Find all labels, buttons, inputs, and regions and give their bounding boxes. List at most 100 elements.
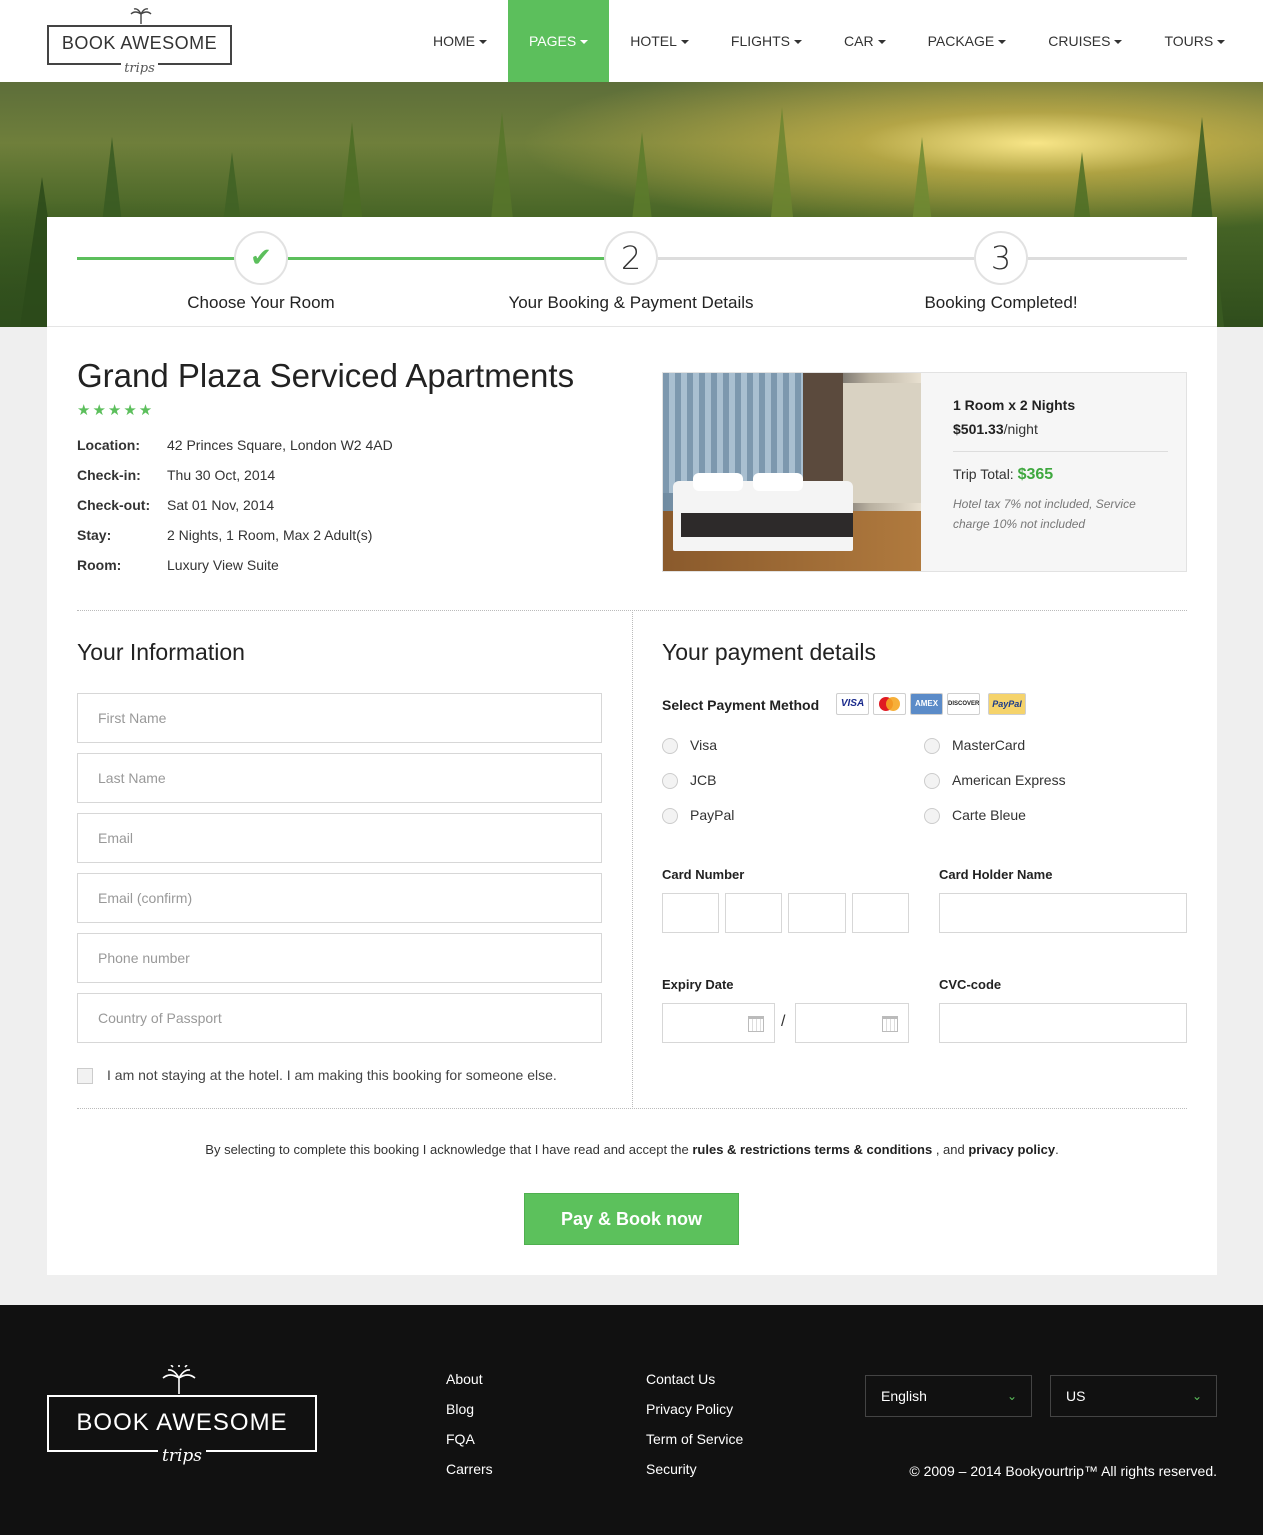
footer-logo[interactable]: BOOK AWESOME trips — [47, 1364, 317, 1466]
palm-icon — [129, 7, 153, 25]
detail-key: Stay: — [77, 527, 112, 543]
region-select[interactable]: US ⌄ — [1050, 1375, 1217, 1417]
footer-link-terms[interactable]: Term of Service — [646, 1431, 743, 1447]
nav-label: CAR — [844, 33, 874, 49]
hotel-name: Grand Plaza Serviced Apartments — [77, 357, 575, 394]
privacy-policy-link[interactable]: privacy policy — [968, 1142, 1055, 1157]
checkbox[interactable] — [77, 1068, 93, 1085]
card-number-field-2[interactable] — [725, 893, 782, 933]
terms-text: . — [1055, 1142, 1059, 1157]
detail-check-in: Check-in: Thu 30 Oct, 2014 — [77, 467, 275, 483]
your-information-title: Your Information — [77, 639, 245, 665]
chevron-down-icon: ⌄ — [1006, 1389, 1017, 1403]
calendar-icon[interactable] — [748, 1016, 764, 1032]
footer-link-privacy[interactable]: Privacy Policy — [646, 1401, 733, 1417]
step-3-number: 3 — [974, 231, 1028, 285]
detail-value: Luxury View Suite — [167, 557, 279, 573]
expiry-month-input[interactable] — [662, 1003, 775, 1043]
nav-tours[interactable]: TOURS — [1143, 0, 1246, 82]
terms-text: By selecting to complete this booking I … — [205, 1142, 693, 1157]
card-number-label: Card Number — [662, 867, 745, 882]
nav-car[interactable]: CAR — [823, 0, 907, 82]
method-label: American Express — [952, 772, 1066, 788]
language-select[interactable]: English ⌄ — [865, 1375, 1032, 1417]
phone-input[interactable] — [77, 933, 602, 983]
detail-key: Check-in: — [77, 467, 141, 483]
nav-hotel[interactable]: HOTEL — [609, 0, 710, 82]
divider — [77, 1108, 1187, 1109]
total-label: Trip Total: — [953, 466, 1014, 482]
nav-cruises[interactable]: CRUISES — [1027, 0, 1143, 82]
footer-link-fqa[interactable]: FQA — [446, 1431, 475, 1447]
expiry-year-input[interactable] — [795, 1003, 909, 1043]
method-carte-bleue[interactable]: Carte Bleue — [924, 807, 1026, 825]
last-name-input[interactable] — [77, 753, 602, 803]
radio-button[interactable] — [924, 773, 940, 790]
caret-down-icon — [580, 40, 589, 45]
email-confirm-input[interactable] — [77, 873, 602, 923]
radio-button[interactable] — [662, 808, 678, 825]
step-progress-line — [77, 257, 607, 260]
star-rating: ★★★★★ — [77, 402, 155, 419]
logo-sub: trips — [121, 61, 158, 76]
detail-room: Room: Luxury View Suite — [77, 557, 279, 573]
rules-terms-link[interactable]: rules & restrictions terms & conditions — [692, 1142, 932, 1157]
booking-for-someone-else[interactable]: I am not staying at the hotel. I am maki… — [77, 1067, 557, 1085]
caret-down-icon — [479, 40, 487, 45]
detail-key: Location: — [77, 437, 140, 453]
chevron-down-icon: ⌄ — [1191, 1389, 1202, 1403]
tax-note: Hotel tax 7% not included, Service charg… — [953, 497, 1136, 531]
method-visa[interactable]: Visa — [662, 737, 717, 755]
room-photo — [663, 373, 921, 571]
detail-value: 2 Nights, 1 Room, Max 2 Adult(s) — [167, 527, 373, 543]
footer: BOOK AWESOME trips About Blog FQA Carrer… — [0, 1305, 1263, 1535]
nav-label: TOURS — [1164, 33, 1214, 49]
detail-value: Thu 30 Oct, 2014 — [167, 467, 276, 483]
booking-summary: 1 Room x 2 Nights $501.33/night Trip Tot… — [662, 372, 1187, 572]
method-american-express[interactable]: American Express — [924, 772, 1066, 790]
card-holder-name-input[interactable] — [939, 893, 1187, 933]
main-nav: HOME PAGES HOTEL FLIGHTS CAR PACKAGE CRU… — [412, 0, 1246, 82]
footer-link-security[interactable]: Security — [646, 1461, 697, 1477]
pay-and-book-button[interactable]: Pay & Book now — [524, 1193, 739, 1245]
calendar-icon[interactable] — [882, 1016, 898, 1032]
country-of-passport-input[interactable] — [77, 993, 602, 1043]
terms-acknowledgement: By selecting to complete this booking I … — [47, 1142, 1217, 1157]
trip-total: Trip Total: $365 — [953, 466, 1168, 484]
radio-button[interactable] — [924, 808, 940, 825]
cvc-code-input[interactable] — [939, 1003, 1187, 1043]
summary-price: $501.33/night — [953, 421, 1168, 437]
detail-stay: Stay: 2 Nights, 1 Room, Max 2 Adult(s) — [77, 527, 372, 543]
nav-label: PAGES — [529, 33, 577, 49]
logo[interactable]: BOOK AWESOME trips — [47, 7, 232, 76]
radio-button[interactable] — [924, 738, 940, 755]
logo-brand: BOOK AWESOME — [61, 33, 218, 53]
expiry-date-label: Expiry Date — [662, 977, 734, 992]
nav-home[interactable]: HOME — [412, 0, 508, 82]
divider — [77, 610, 1187, 611]
nav-pages[interactable]: PAGES — [508, 0, 610, 82]
method-mastercard[interactable]: MasterCard — [924, 737, 1025, 755]
nav-flights[interactable]: FLIGHTS — [710, 0, 823, 82]
radio-button[interactable] — [662, 738, 678, 755]
email-input[interactable] — [77, 813, 602, 863]
footer-link-blog[interactable]: Blog — [446, 1401, 474, 1417]
nav-label: HOME — [433, 33, 475, 49]
method-jcb[interactable]: JCB — [662, 772, 716, 790]
step-1-check-icon: ✔ — [234, 231, 288, 285]
card-number-field-3[interactable] — [788, 893, 846, 933]
divider-vertical — [632, 612, 633, 1107]
checkbox-label: I am not staying at the hotel. I am maki… — [107, 1067, 557, 1083]
footer-link-about[interactable]: About — [446, 1371, 483, 1387]
method-paypal[interactable]: PayPal — [662, 807, 734, 825]
booking-steps: ✔ 2 3 Choose Your Room Your Booking & Pa… — [47, 217, 1217, 327]
radio-button[interactable] — [662, 773, 678, 790]
card-number-field-4[interactable] — [852, 893, 909, 933]
step-remaining-line — [607, 257, 1187, 260]
card-number-field-1[interactable] — [662, 893, 719, 933]
footer-link-carrers[interactable]: Carrers — [446, 1461, 493, 1477]
nav-package[interactable]: PACKAGE — [907, 0, 1028, 82]
footer-logo-sub: trips — [157, 1446, 206, 1466]
first-name-input[interactable] — [77, 693, 602, 743]
footer-link-contact[interactable]: Contact Us — [646, 1371, 715, 1387]
